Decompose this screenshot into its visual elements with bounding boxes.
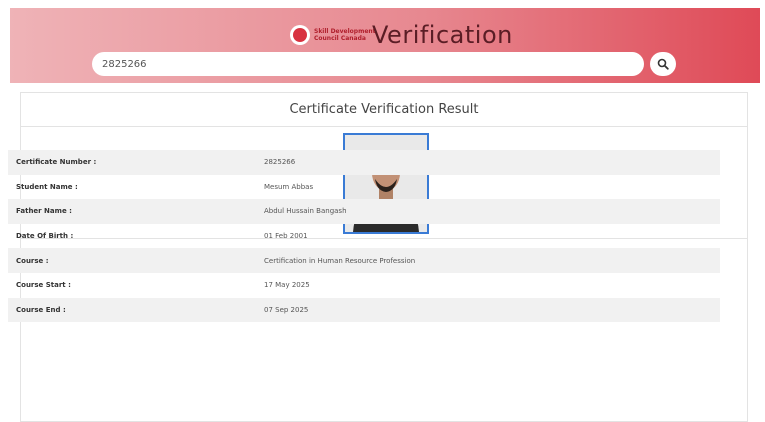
table-row: Course End : 07 Sep 2025 (8, 297, 720, 323)
row-label: Certificate Number : (16, 158, 97, 167)
row-label: Student Name : (16, 182, 78, 191)
table-row: Course Start : 17 May 2025 (8, 273, 720, 298)
table-row: Date Of Birth : 01 Feb 2001 (8, 224, 720, 249)
row-label: Course : (16, 256, 49, 265)
search-input[interactable] (92, 52, 644, 76)
search-button[interactable] (650, 52, 676, 76)
row-value: 01 Feb 2001 (264, 232, 308, 241)
row-value: 2825266 (264, 158, 296, 167)
logo-line-2: Council Canada (314, 35, 366, 42)
row-label: Course Start : (16, 281, 71, 290)
row-value: Abdul Hussain Bangash (264, 207, 347, 216)
row-value: Certification in Human Resource Professi… (264, 256, 416, 265)
logo-text: Skill Development Council Canada (314, 28, 376, 42)
row-label: Father Name : (16, 207, 72, 216)
card-title: Certificate Verification Result (21, 93, 747, 127)
row-label: Course End : (16, 305, 66, 314)
row-label: Date Of Birth : (16, 232, 74, 241)
logo-icon (290, 25, 310, 45)
details-table: Certificate Number : 2825266 Student Nam… (8, 150, 720, 323)
table-row: Certificate Number : 2825266 (8, 150, 720, 175)
row-value: 07 Sep 2025 (264, 305, 309, 314)
page-title: Verification (372, 21, 513, 49)
brand: Skill Development Council Canada Verific… (290, 18, 513, 52)
table-row: Student Name : Mesum Abbas (8, 175, 720, 200)
table-row: Father Name : Abdul Hussain Bangash (8, 199, 720, 224)
search-icon (657, 58, 669, 70)
table-row: Course : Certification in Human Resource… (8, 248, 720, 273)
row-value: 17 May 2025 (264, 281, 310, 290)
row-value: Mesum Abbas (264, 182, 314, 191)
logo-line-1: Skill Development (314, 28, 376, 35)
